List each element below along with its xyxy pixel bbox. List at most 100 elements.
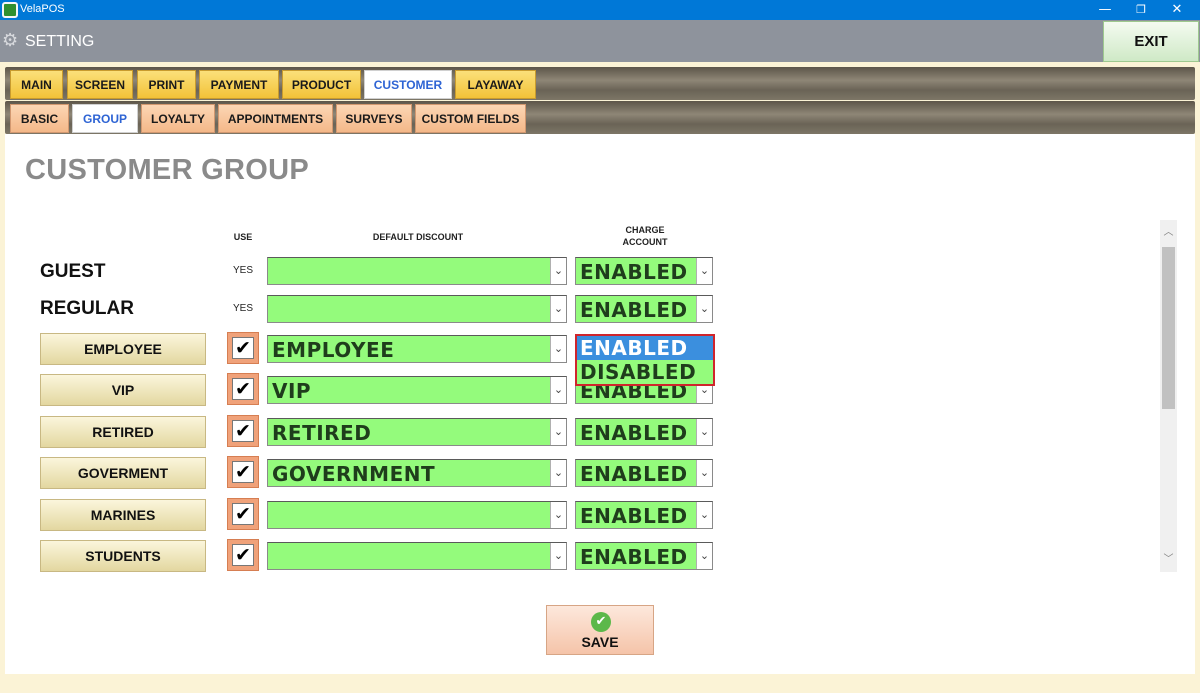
chevron-down-icon: ⌄	[550, 543, 566, 569]
customer-group-panel: CUSTOMER GROUP USE DEFAULT DISCOUNT CHAR…	[5, 134, 1195, 674]
charge-select-regular[interactable]: ENABLED ⌄	[575, 295, 713, 323]
window-titlebar: VelaPOS — ❐ ✕	[0, 0, 1200, 20]
charge-select-retired[interactable]: ENABLED ⌄	[575, 418, 713, 446]
discount-value-employee: EMPLOYEE	[272, 338, 395, 362]
chevron-down-icon: ⌄	[696, 460, 712, 486]
charge-value-regular: ENABLED	[580, 298, 688, 322]
discount-select-regular[interactable]: ⌄	[267, 295, 567, 323]
charge-select-students[interactable]: ENABLED ⌄	[575, 542, 713, 570]
charge-select-goverment[interactable]: ENABLED ⌄	[575, 459, 713, 487]
maximize-button[interactable]: ❐	[1122, 0, 1160, 20]
page-title: CUSTOMER GROUP	[25, 154, 310, 186]
discount-select-goverment[interactable]: GOVERNMENT ⌄	[267, 459, 567, 487]
scroll-thumb[interactable]	[1162, 247, 1175, 409]
bottom-strip	[5, 674, 1195, 693]
charge-select-marines[interactable]: ENABLED ⌄	[575, 501, 713, 529]
discount-select-employee[interactable]: EMPLOYEE ⌄	[267, 335, 567, 363]
charge-value-marines: ENABLED	[580, 504, 688, 528]
group-button-employee[interactable]: EMPLOYEE	[40, 333, 206, 365]
tab-customer[interactable]: CUSTOMER	[364, 70, 452, 99]
checkmark-icon: ✔	[232, 544, 254, 566]
settings-header: ⚙ SETTING	[0, 20, 1200, 62]
chevron-down-icon: ⌄	[696, 419, 712, 445]
group-button-students[interactable]: STUDENTS	[40, 540, 206, 572]
discount-select-vip[interactable]: VIP ⌄	[267, 376, 567, 404]
chevron-down-icon: ⌄	[696, 296, 712, 322]
group-button-vip[interactable]: VIP	[40, 374, 206, 406]
checkmark-icon: ✔	[232, 420, 254, 442]
chevron-down-icon: ⌄	[550, 336, 566, 362]
use-checkbox-vip[interactable]: ✔	[227, 373, 259, 405]
group-button-goverment[interactable]: GOVERMENT	[40, 457, 206, 489]
tab-print[interactable]: PRINT	[137, 70, 196, 99]
column-header-use: USE	[233, 232, 253, 242]
subtab-surveys[interactable]: SURVEYS	[336, 104, 412, 133]
dropdown-option-enabled[interactable]: ENABLED	[577, 336, 713, 360]
subtab-loyalty[interactable]: LOYALTY	[141, 104, 215, 133]
tab-layaway[interactable]: LAYAWAY	[455, 70, 536, 99]
chevron-down-icon: ⌄	[550, 377, 566, 403]
chevron-down-icon: ⌄	[696, 543, 712, 569]
scroll-up-icon[interactable]: ︿	[1160, 224, 1177, 241]
discount-value-retired: RETIRED	[272, 421, 372, 445]
use-value-guest: YES	[233, 265, 254, 276]
charge-value-retired: ENABLED	[580, 421, 688, 445]
discount-select-retired[interactable]: RETIRED ⌄	[267, 418, 567, 446]
save-button[interactable]: ✔ SAVE	[546, 605, 654, 655]
chevron-down-icon: ⌄	[550, 419, 566, 445]
chevron-down-icon: ⌄	[696, 258, 712, 284]
checkmark-icon: ✔	[232, 337, 254, 359]
subtab-basic[interactable]: BASIC	[10, 104, 69, 133]
column-header-default-discount: DEFAULT DISCOUNT	[372, 232, 464, 242]
checkmark-icon: ✔	[232, 378, 254, 400]
save-label: SAVE	[581, 634, 619, 650]
tab-product[interactable]: PRODUCT	[282, 70, 361, 99]
subtab-appointments[interactable]: APPOINTMENTS	[218, 104, 333, 133]
check-circle-icon: ✔	[591, 612, 611, 632]
row-label-regular: REGULAR	[40, 298, 134, 319]
use-checkbox-employee[interactable]: ✔	[227, 332, 259, 364]
checkmark-icon: ✔	[232, 461, 254, 483]
tab-screen[interactable]: SCREEN	[67, 70, 133, 99]
app-icon	[2, 2, 18, 18]
tab-main[interactable]: MAIN	[10, 70, 63, 99]
use-checkbox-goverment[interactable]: ✔	[227, 456, 259, 488]
subtab-custom-fields[interactable]: CUSTOM FIELDS	[415, 104, 526, 133]
discount-value-vip: VIP	[272, 379, 312, 403]
chevron-down-icon: ⌄	[696, 502, 712, 528]
gear-icon: ⚙	[2, 30, 19, 51]
app-title: VelaPOS	[20, 3, 65, 15]
vertical-scrollbar[interactable]: ︿ ﹀	[1160, 220, 1177, 572]
close-button[interactable]: ✕	[1158, 0, 1196, 20]
group-button-marines[interactable]: MARINES	[40, 499, 206, 531]
charge-value-goverment: ENABLED	[580, 462, 688, 486]
subtab-group[interactable]: GROUP	[72, 104, 138, 133]
use-checkbox-students[interactable]: ✔	[227, 539, 259, 571]
group-button-retired[interactable]: RETIRED	[40, 416, 206, 448]
use-checkbox-retired[interactable]: ✔	[227, 415, 259, 447]
chevron-down-icon: ⌄	[550, 258, 566, 284]
checkmark-icon: ✔	[232, 503, 254, 525]
row-label-guest: GUEST	[40, 261, 106, 282]
exit-button[interactable]: EXIT	[1103, 21, 1199, 62]
chevron-down-icon: ⌄	[550, 460, 566, 486]
dropdown-option-disabled[interactable]: DISABLED	[577, 360, 713, 384]
discount-select-students[interactable]: ⌄	[267, 542, 567, 570]
charge-dropdown-employee[interactable]: ENABLED DISABLED	[575, 334, 715, 386]
discount-value-goverment: GOVERNMENT	[272, 462, 436, 486]
discount-select-marines[interactable]: ⌄	[267, 501, 567, 529]
charge-value-students: ENABLED	[580, 545, 688, 569]
scroll-down-icon[interactable]: ﹀	[1160, 551, 1177, 568]
chevron-down-icon: ⌄	[550, 502, 566, 528]
header-title: SETTING	[25, 33, 95, 50]
charge-value-guest: ENABLED	[580, 260, 688, 284]
column-header-charge-line1: CHARGE	[625, 225, 665, 235]
use-checkbox-marines[interactable]: ✔	[227, 498, 259, 530]
use-value-regular: YES	[233, 303, 254, 314]
discount-select-guest[interactable]: ⌄	[267, 257, 567, 285]
charge-select-guest[interactable]: ENABLED ⌄	[575, 257, 713, 285]
column-header-charge-line2: ACCOUNT	[622, 237, 668, 247]
tab-payment[interactable]: PAYMENT	[199, 70, 279, 99]
minimize-button[interactable]: —	[1086, 0, 1124, 20]
chevron-down-icon: ⌄	[550, 296, 566, 322]
